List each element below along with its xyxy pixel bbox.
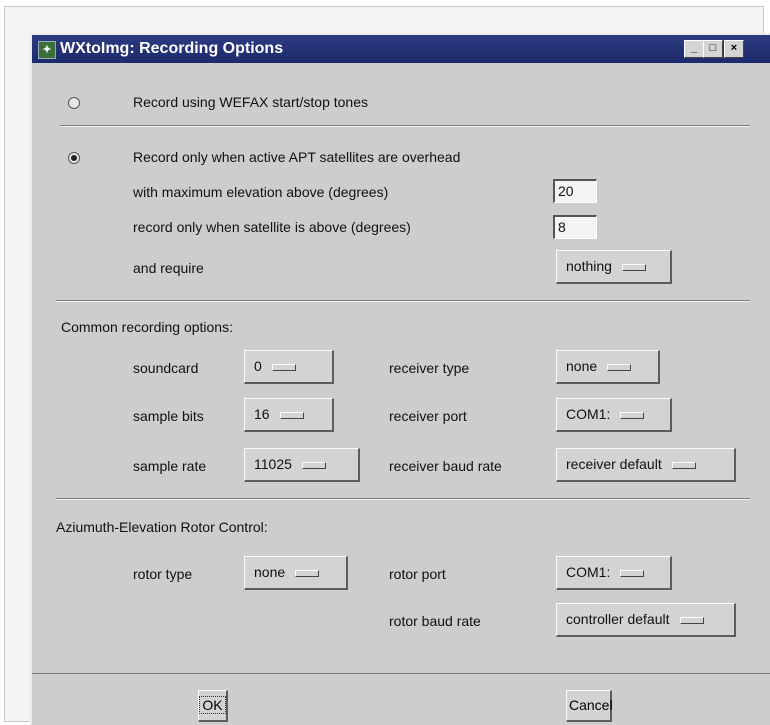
receiver-baud-dropdown[interactable]: receiver default — [556, 448, 736, 482]
receiver-port-value: COM1: — [566, 406, 611, 422]
rotor-baud-label: rotor baud rate — [389, 613, 481, 629]
min-elevation-label: record only when satellite is above (deg… — [133, 219, 411, 235]
require-label: and require — [133, 260, 204, 276]
receiver-type-dropdown[interactable]: none — [556, 350, 660, 384]
rotor-baud-dropdown[interactable]: controller default — [556, 603, 736, 637]
rotor-baud-value: controller default — [566, 611, 670, 627]
rotor-port-value: COM1: — [566, 564, 611, 580]
sample-rate-value: 11025 — [254, 456, 292, 472]
receiver-port-dropdown[interactable]: COM1: — [556, 398, 672, 432]
soundcard-dropdown[interactable]: 0 — [244, 350, 334, 384]
separator — [60, 125, 750, 127]
dropdown-indicator-icon — [295, 569, 320, 577]
dropdown-indicator-icon — [679, 616, 704, 624]
dropdown-indicator-icon — [279, 411, 304, 419]
require-dropdown[interactable]: nothing — [556, 250, 672, 284]
receiver-baud-value: receiver default — [566, 456, 662, 472]
dropdown-indicator-icon — [607, 363, 632, 371]
receiver-port-label: receiver port — [389, 408, 467, 424]
title-bar[interactable]: ✦ WXtoImg: Recording Options _ □ × — [32, 35, 770, 63]
min-elevation-field[interactable]: 8 — [553, 215, 597, 239]
rotor-type-dropdown[interactable]: none — [244, 556, 348, 590]
common-heading: Common recording options: — [61, 319, 233, 335]
apt-radio[interactable] — [68, 152, 80, 164]
dropdown-indicator-icon — [620, 411, 645, 419]
soundcard-value: 0 — [254, 358, 262, 374]
receiver-type-label: receiver type — [389, 360, 470, 376]
soundcard-label: soundcard — [133, 360, 199, 376]
dropdown-indicator-icon — [620, 569, 645, 577]
separator — [56, 300, 750, 302]
ok-button[interactable]: OK — [198, 690, 228, 722]
receiver-baud-label: receiver baud rate — [389, 458, 502, 474]
rotor-heading: Aziumuth-Elevation Rotor Control: — [56, 519, 268, 535]
max-elevation-field[interactable]: 20 — [553, 179, 597, 203]
sample-rate-dropdown[interactable]: 11025 — [244, 448, 360, 482]
rotor-type-value: none — [254, 564, 286, 580]
apt-label[interactable]: Record only when active APT satellites a… — [133, 149, 460, 165]
wefax-label[interactable]: Record using WEFAX start/stop tones — [133, 94, 368, 110]
window-title: WXtoImg: Recording Options — [60, 40, 284, 57]
maximize-button[interactable]: □ — [703, 40, 723, 58]
sample-bits-value: 16 — [254, 406, 270, 422]
receiver-type-value: none — [566, 358, 598, 374]
dropdown-indicator-icon — [271, 363, 296, 371]
sample-rate-label: sample rate — [133, 458, 207, 474]
wefax-radio[interactable] — [68, 97, 80, 109]
max-elevation-label: with maximum elevation above (degrees) — [133, 184, 389, 200]
app-icon[interactable]: ✦ — [38, 41, 56, 59]
dropdown-indicator-icon — [301, 461, 326, 469]
button-bar: OK Cancel — [32, 673, 770, 725]
separator — [56, 498, 750, 500]
dialog-content: Record using WEFAX start/stop tones Reco… — [32, 63, 770, 725]
cancel-label: Cancel — [569, 697, 613, 713]
ok-label: OK — [199, 696, 226, 714]
rotor-port-label: rotor port — [389, 566, 446, 582]
dropdown-indicator-icon — [671, 461, 696, 469]
rotor-type-label: rotor type — [133, 566, 193, 582]
minimize-button[interactable]: _ — [684, 40, 704, 58]
require-value: nothing — [566, 258, 612, 274]
sample-bits-label: sample bits — [133, 408, 204, 424]
recording-options-dialog: ✦ WXtoImg: Recording Options _ □ × Recor… — [30, 33, 770, 725]
close-button[interactable]: × — [724, 40, 744, 58]
rotor-port-dropdown[interactable]: COM1: — [556, 556, 672, 590]
sample-bits-dropdown[interactable]: 16 — [244, 398, 334, 432]
dropdown-indicator-icon — [621, 263, 646, 271]
cancel-button[interactable]: Cancel — [566, 690, 613, 722]
